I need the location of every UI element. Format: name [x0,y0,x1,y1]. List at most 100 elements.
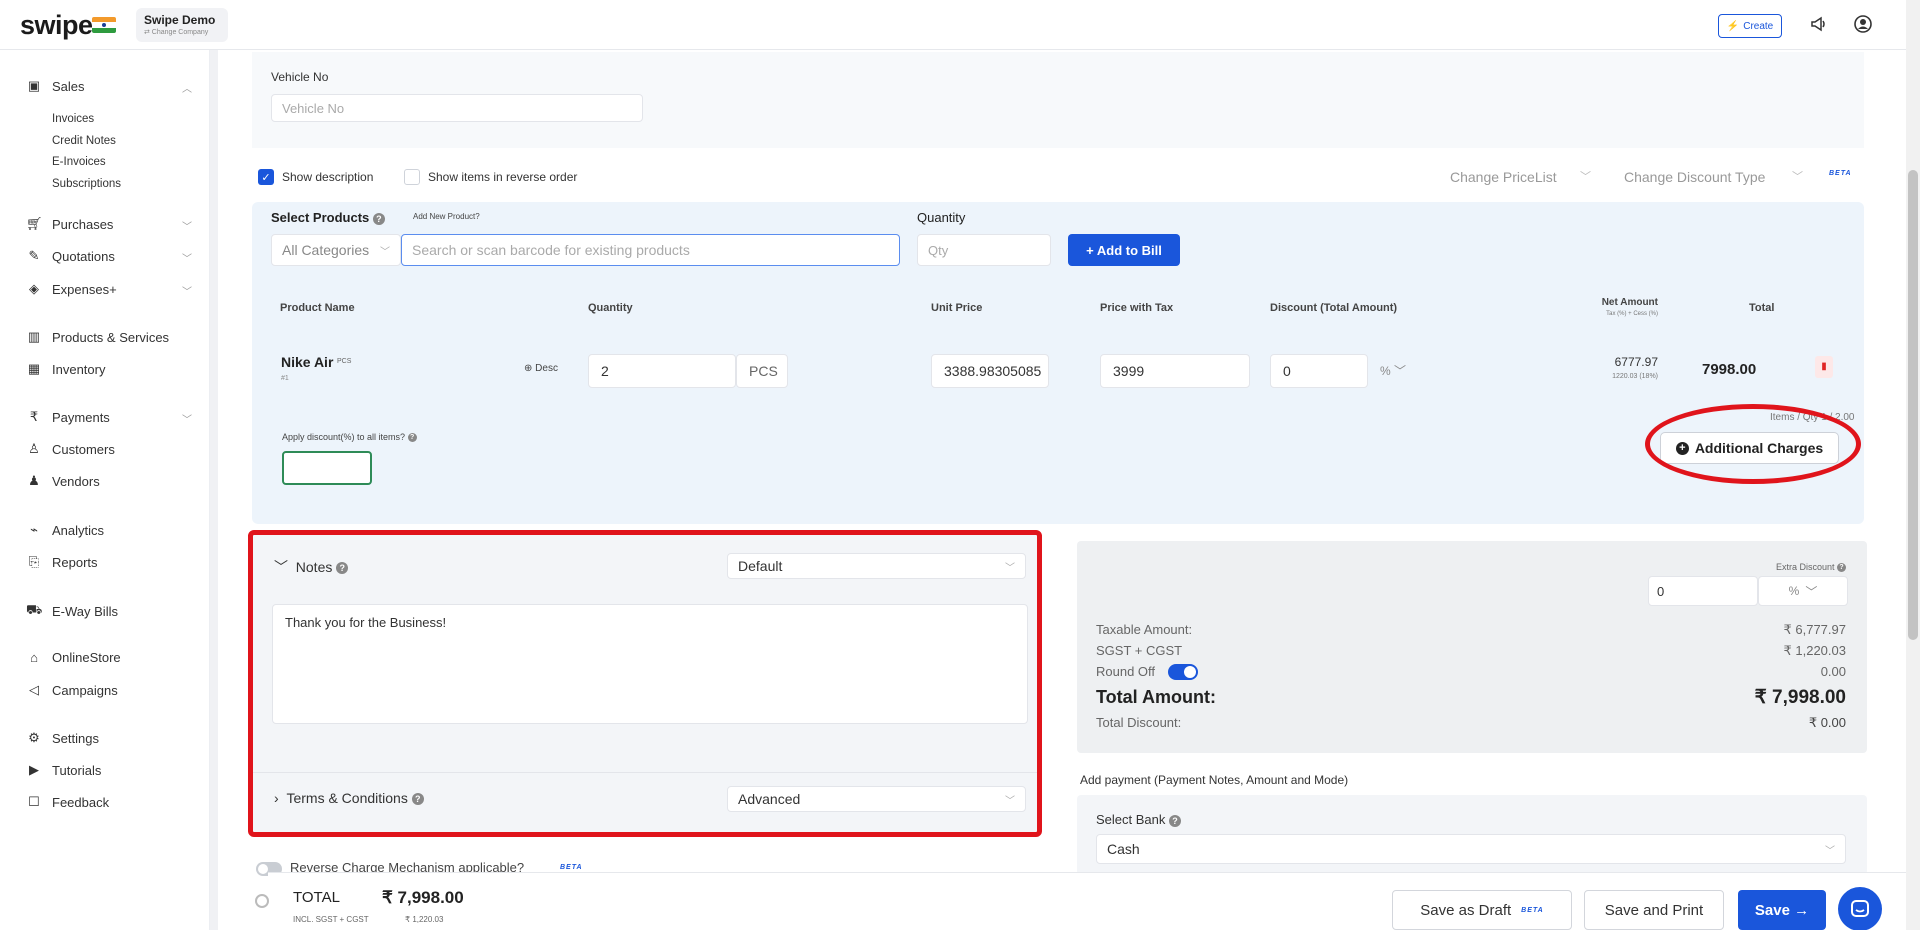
sidebar-item-reports[interactable]: ⎘ Reports [26,554,98,570]
megaphone-icon[interactable] [1808,13,1830,35]
product-name[interactable]: Nike Air [281,354,333,370]
category-value: All Categories [282,242,370,258]
change-discount-type-select[interactable]: Change Discount Type [1624,169,1765,185]
chat-support-icon[interactable] [1838,887,1882,930]
create-button[interactable]: ⚡ Create [1718,14,1782,38]
sidebar-item-campaigns[interactable]: ◁ Campaigns [26,682,118,698]
chevron-down-icon: ﹀ [380,246,390,258]
sidebar-sub-credit-notes[interactable]: Credit Notes [52,135,116,147]
show-reverse-checkbox[interactable] [404,169,420,185]
round-off-toggle[interactable] [1168,664,1198,680]
sidebar-item-label: Sales [52,78,85,94]
header-total: Total [1749,302,1775,314]
help-icon: ? [1169,814,1181,827]
sidebar-item-analytics[interactable]: ⌁ Analytics [26,522,104,538]
company-name: Swipe Demo [144,13,216,27]
megaphone-icon: ◁ [29,682,39,697]
price-with-tax-field[interactable]: 3999 [1100,354,1250,388]
header-discount: Discount (Total Amount) [1270,302,1398,314]
sidebar-item-settings[interactable]: ⚙ Settings [26,730,99,746]
sgst-cgst-label: SGST + CGST [1096,643,1183,658]
total-amount-label: Total Amount: [1096,687,1216,707]
india-flag-icon [92,17,116,33]
change-company-link[interactable]: ⇄ Change Company [144,28,220,36]
bank-select[interactable]: Cash ﹀ [1096,834,1846,864]
desc-button[interactable]: ⊕ Desc [524,363,558,374]
product-index: #1 [281,375,289,382]
select-bank-label: Select Bank ? [1096,812,1181,827]
youtube-icon: ▶ [29,762,39,777]
sidebar-item-products[interactable]: ▥ Products & Services [26,329,169,345]
sidebar-sub-subscriptions[interactable]: Subscriptions [52,178,121,190]
extra-discount-type-select[interactable]: % ﹀ [1758,576,1848,606]
sidebar-item-eway[interactable]: ⛟ E-Way Bills [26,602,118,620]
sidebar-item-expenses[interactable]: ◈ Expenses+ [26,281,117,297]
sidebar-item-quotations[interactable]: ✎ Quotations [26,248,115,264]
chevron-down-icon: ﹀ [1792,171,1803,183]
rupee-icon: ₹ [29,409,39,424]
sidebar-item-label: Campaigns [52,682,118,698]
apply-discount-input[interactable] [282,451,372,485]
save-and-print-button[interactable]: Save and Print [1584,890,1724,930]
sidebar-item-label: OnlineStore [52,650,121,665]
show-reverse-label: Show items in reverse order [428,170,578,184]
chevron-down-icon[interactable]: ﹀ [182,218,192,233]
radio-icon [255,894,269,908]
highlight-oval [1645,404,1861,484]
chevron-up-icon[interactable]: ︿ [182,80,192,95]
discount-field[interactable]: 0 [1270,354,1368,388]
truck-icon: ⛟ [26,602,43,617]
apply-discount-label: Apply discount(%) to all items? ? [282,432,417,443]
bank-value: Cash [1107,841,1140,857]
sgst-cgst-value: ₹ 1,220.03 [1783,643,1847,658]
sidebar-item-inventory[interactable]: ▦ Inventory [26,361,106,377]
chart-icon: ⌁ [30,522,38,537]
category-select[interactable]: All Categories ﹀ [271,234,401,266]
sidebar-item-feedback[interactable]: ☐ Feedback [26,794,109,810]
add-new-product-link[interactable]: Add New Product? [413,212,480,221]
sidebar-item-label: Feedback [52,794,110,810]
scrollbar-thumb[interactable] [1908,170,1918,640]
delete-row-icon[interactable]: ▮ [1815,356,1833,378]
page-scrollbar[interactable] [1906,0,1920,930]
change-pricelist-select[interactable]: Change PriceList [1450,169,1557,185]
sidebar-item-payments[interactable]: ₹ Payments [26,409,110,425]
barcode-icon: ▥ [27,329,41,344]
quantity-field[interactable]: 2 [588,354,736,388]
show-description-checkbox[interactable]: ✓ [258,169,274,185]
sidebar-sub-invoices[interactable]: Invoices [52,113,94,125]
sidebar-item-label: Inventory [52,361,106,377]
product-search-input[interactable]: Search or scan barcode for existing prod… [401,234,900,266]
save-button[interactable]: Save → [1738,890,1826,930]
cart-icon: 🛒︎ [26,216,43,231]
quantity-input[interactable]: Qty [917,234,1051,266]
save-as-draft-button[interactable]: Save as Draft BETA [1392,890,1572,930]
company-switcher[interactable]: Swipe Demo ⇄ Change Company [136,8,228,42]
sidebar-item-sales[interactable]: ▣ Sales [26,78,85,94]
create-label: Create [1743,20,1774,32]
sidebar-scrollbar[interactable] [210,50,218,930]
header-unit-price: Unit Price [931,302,983,314]
chevron-down-icon[interactable]: ﹀ [182,411,192,426]
extra-discount-input[interactable]: 0 [1648,576,1758,606]
sidebar-item-purchases[interactable]: 🛒︎ Purchases [26,216,113,232]
unit-price-field[interactable]: 3388.98305085 [931,354,1049,388]
swipe-logo[interactable]: swipe [20,10,93,41]
account-icon[interactable] [1852,13,1874,35]
sidebar-item-tutorials[interactable]: ▶ Tutorials [26,762,101,778]
sidebar-sub-e-invoices[interactable]: E-Invoices [52,156,106,168]
vehicle-input[interactable]: Vehicle No [271,94,643,122]
chevron-down-icon[interactable]: ﹀ [182,283,192,298]
sidebar-item-onlinestore[interactable]: ⌂ OnlineStore [26,650,121,665]
chevron-down-icon[interactable]: ﹀ [182,250,192,265]
gear-icon: ⚙ [28,730,40,745]
discount-type-select[interactable]: % ﹀ [1380,362,1406,379]
chat-icon: ☐ [28,794,40,809]
header-quantity: Quantity [588,302,633,314]
help-icon: ? [1837,563,1846,573]
sidebar-item-customers[interactable]: ♙ Customers [26,441,115,457]
add-to-bill-button[interactable]: + Add to Bill [1068,234,1180,266]
product-unit: PCS [337,358,352,365]
sidebar-item-vendors[interactable]: ♟ Vendors [26,473,100,489]
select-products-label: Select Products ? [271,210,385,225]
